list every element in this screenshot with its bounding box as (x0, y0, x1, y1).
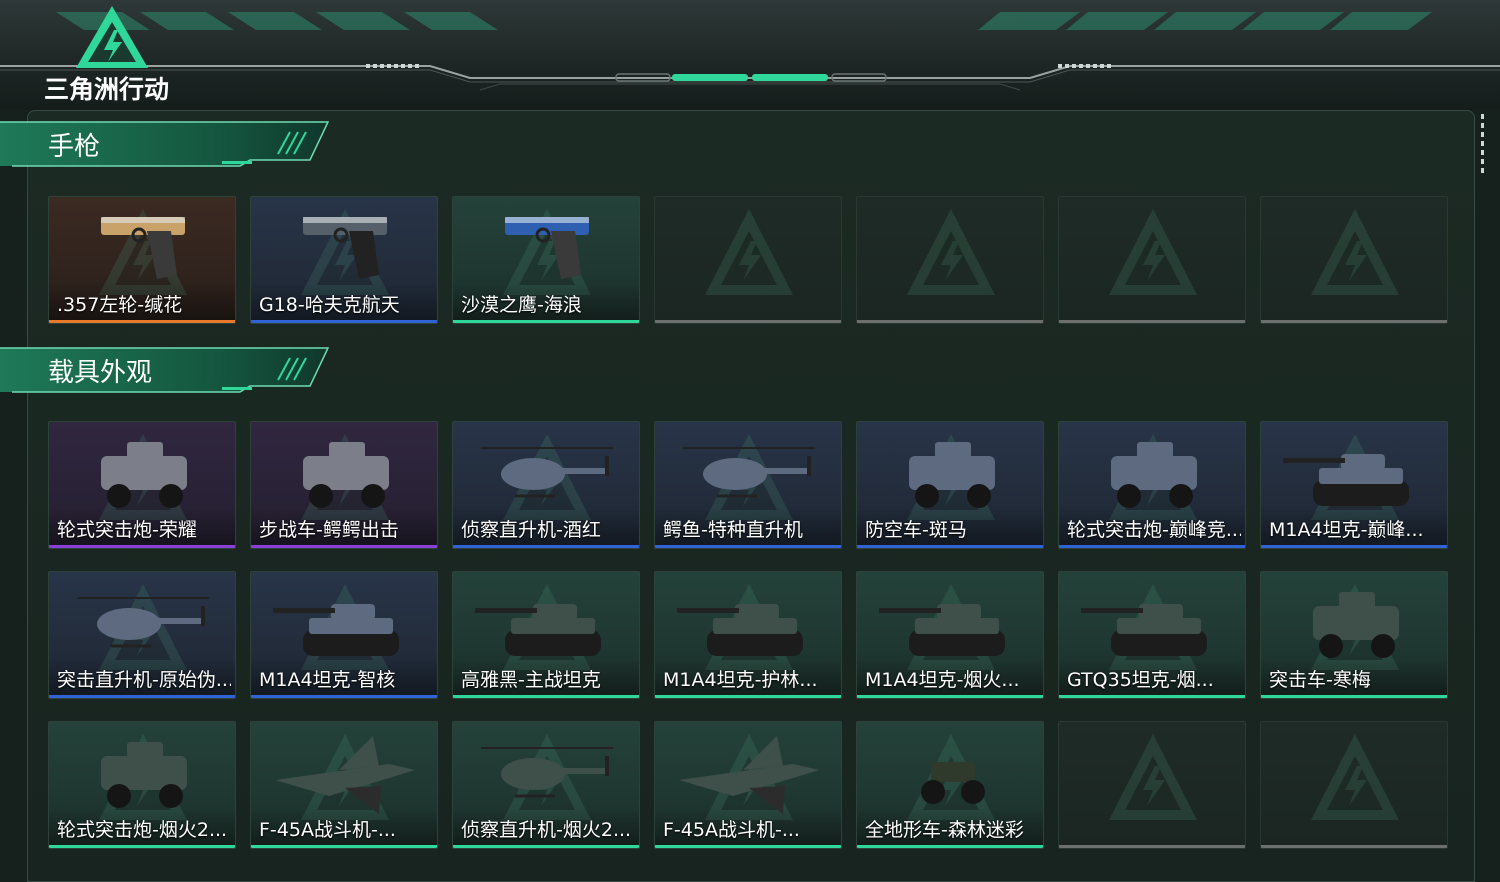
delta-watermark-icon (1311, 734, 1399, 820)
rarity-bar (857, 845, 1043, 848)
item-card[interactable]: 全地形车-森林迷彩 (856, 721, 1044, 849)
empty-slot (1260, 196, 1448, 324)
rarity-bar (1059, 695, 1245, 698)
rarity-bar (655, 845, 841, 848)
rarity-bar (857, 545, 1043, 548)
item-label: F-45A战斗机-... (259, 819, 396, 841)
rarity-bar (857, 695, 1043, 698)
rarity-bar (251, 320, 437, 323)
item-label: M1A4坦克-智核 (259, 669, 396, 691)
section-title: 载具外观 (48, 358, 153, 388)
item-label: G18-哈夫克航天 (259, 294, 400, 316)
rarity-bar (1059, 320, 1245, 323)
delta-watermark-icon (1109, 734, 1197, 820)
item-card[interactable]: 鳄鱼-特种直升机 (654, 421, 842, 549)
item-label: 轮式突击炮-荣耀 (57, 519, 197, 541)
item-card[interactable]: M1A4坦克-智核 (250, 571, 438, 699)
item-card[interactable]: F-45A战斗机-... (250, 721, 438, 849)
item-label: M1A4坦克-护林... (663, 669, 818, 691)
item-label: 轮式突击炮-巅峰竞... (1067, 519, 1241, 541)
rarity-bar (251, 545, 437, 548)
item-card[interactable]: 轮式突击炮-巅峰竞... (1058, 421, 1246, 549)
rarity-bar (49, 320, 235, 323)
item-card[interactable]: 侦察直升机-烟火2... (452, 721, 640, 849)
item-label: 步战车-鳄鳄出击 (259, 519, 399, 541)
rarity-bar (655, 545, 841, 548)
rarity-bar (655, 320, 841, 323)
empty-slot (1260, 721, 1448, 849)
delta-watermark-icon (705, 209, 793, 295)
item-label: M1A4坦克-巅峰... (1269, 519, 1424, 541)
empty-slot (654, 196, 842, 324)
item-card[interactable]: .357左轮-缄花 (48, 196, 236, 324)
delta-logo-icon (76, 6, 148, 68)
top-bar: 三角洲行动 (0, 0, 1500, 110)
item-card[interactable]: F-45A战斗机-... (654, 721, 842, 849)
section-header-pistols: 手枪 (0, 120, 330, 172)
item-label: 鳄鱼-特种直升机 (663, 519, 803, 541)
rarity-bar (1261, 845, 1447, 848)
rarity-bar (453, 845, 639, 848)
item-card[interactable]: 突击直升机-原始伪... (48, 571, 236, 699)
item-label: 沙漠之鹰-海浪 (461, 294, 582, 316)
rarity-bar (1261, 320, 1447, 323)
item-card[interactable]: 侦察直升机-酒红 (452, 421, 640, 549)
scrollbar[interactable] (1481, 114, 1485, 178)
rarity-bar (251, 695, 437, 698)
section-title: 手枪 (48, 132, 101, 162)
section-header-vehicles: 载具外观 (0, 346, 330, 398)
item-card[interactable]: M1A4坦克-烟火... (856, 571, 1044, 699)
rarity-bar (251, 845, 437, 848)
item-card[interactable]: 高雅黑-主战坦克 (452, 571, 640, 699)
item-card[interactable]: M1A4坦克-巅峰... (1260, 421, 1448, 549)
rarity-bar (655, 695, 841, 698)
empty-slot (856, 196, 1044, 324)
rarity-bar (49, 545, 235, 548)
rarity-bar (49, 845, 235, 848)
item-card[interactable]: 轮式突击炮-荣耀 (48, 421, 236, 549)
item-card[interactable]: 防空车-斑马 (856, 421, 1044, 549)
delta-watermark-icon (907, 209, 995, 295)
item-card[interactable]: M1A4坦克-护林... (654, 571, 842, 699)
rarity-bar (857, 320, 1043, 323)
header-decoration (0, 12, 1500, 91)
rarity-bar (453, 320, 639, 323)
item-card[interactable]: 突击车-寒梅 (1260, 571, 1448, 699)
rarity-bar (453, 695, 639, 698)
item-label: 防空车-斑马 (865, 519, 967, 541)
logo-text: 三角洲行动 (44, 75, 170, 104)
item-card[interactable]: 步战车-鳄鳄出击 (250, 421, 438, 549)
rarity-bar (49, 695, 235, 698)
item-label: 侦察直升机-酒红 (461, 519, 601, 541)
item-label: GTQ35坦克-烟... (1067, 669, 1214, 691)
item-label: 突击车-寒梅 (1269, 669, 1371, 691)
rarity-bar (1059, 845, 1245, 848)
rarity-bar (1059, 545, 1245, 548)
item-label: M1A4坦克-烟火... (865, 669, 1020, 691)
empty-slot (1058, 721, 1246, 849)
empty-slot (1058, 196, 1246, 324)
rarity-bar (1261, 545, 1447, 548)
item-label: 侦察直升机-烟火2... (461, 819, 632, 841)
item-label: 高雅黑-主战坦克 (461, 669, 601, 691)
item-card[interactable]: 轮式突击炮-烟火2... (48, 721, 236, 849)
item-card[interactable]: GTQ35坦克-烟... (1058, 571, 1246, 699)
item-label: 轮式突击炮-烟火2... (57, 819, 228, 841)
item-label: F-45A战斗机-... (663, 819, 800, 841)
rarity-bar (1261, 695, 1447, 698)
item-label: .357左轮-缄花 (57, 294, 183, 316)
item-card[interactable]: 沙漠之鹰-海浪 (452, 196, 640, 324)
item-label: 突击直升机-原始伪... (57, 669, 231, 691)
item-card[interactable]: G18-哈夫克航天 (250, 196, 438, 324)
item-label: 全地形车-森林迷彩 (865, 819, 1024, 841)
rarity-bar (453, 545, 639, 548)
delta-watermark-icon (1109, 209, 1197, 295)
delta-watermark-icon (1311, 209, 1399, 295)
